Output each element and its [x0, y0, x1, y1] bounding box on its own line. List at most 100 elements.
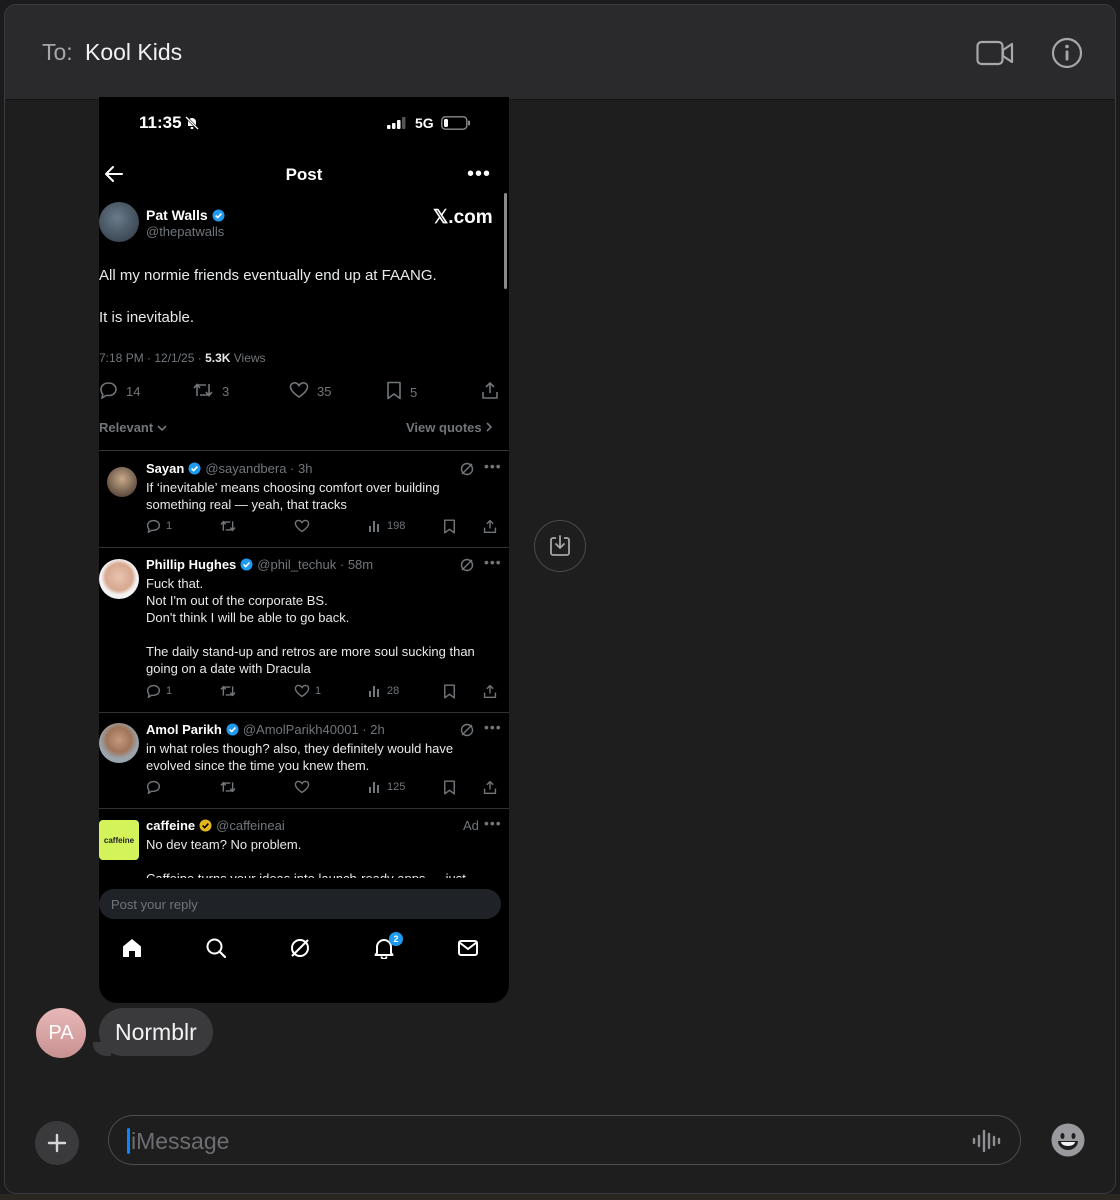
- views-icon: [369, 686, 379, 697]
- scrollbar[interactable]: [504, 193, 507, 289]
- audio-waveform-icon[interactable]: [971, 1127, 1003, 1160]
- plus-icon: [47, 1133, 67, 1153]
- ad-item[interactable]: caffeine @caffeineai Ad ••• No dev team? …: [99, 818, 509, 878]
- search-icon[interactable]: [205, 937, 227, 964]
- reply-actions: 1 198: [146, 519, 506, 535]
- shared-screenshot[interactable]: 11:35 5G Post ••• Pat Walls @thepatwalls…: [99, 97, 509, 1003]
- text-caret: [127, 1128, 130, 1154]
- views-icon: [369, 782, 379, 793]
- heart-icon: [294, 684, 310, 698]
- avatar[interactable]: [99, 723, 139, 763]
- message-placeholder: iMessage: [131, 1128, 230, 1154]
- battery-icon: [441, 116, 471, 135]
- share-icon[interactable]: [483, 519, 497, 534]
- post-meta: 7:18 PM · 12/1/25 · 5.3K Views: [99, 351, 266, 365]
- bookmark-icon[interactable]: [443, 780, 456, 795]
- chevron-down-icon: [157, 425, 167, 432]
- reply-text: in what roles though? also, they definit…: [146, 741, 454, 773]
- signal-icon: [387, 116, 407, 134]
- reply-button[interactable]: 1: [146, 519, 172, 533]
- heart-icon: [294, 519, 310, 533]
- sender-avatar[interactable]: PA: [36, 1008, 86, 1058]
- heart-icon: [294, 780, 310, 794]
- ad-author[interactable]: caffeine @caffeineai: [146, 818, 285, 835]
- post-text: All my normie friends eventually end up …: [99, 267, 437, 326]
- download-icon: [550, 535, 570, 556]
- reply-actions: 1 1 28: [146, 684, 506, 700]
- network-label: 5G: [415, 115, 434, 131]
- heart-icon: [289, 381, 309, 402]
- reply-author[interactable]: Sayan @sayandbera · 3h: [146, 461, 312, 478]
- repost-icon: [220, 781, 236, 793]
- avatar[interactable]: [99, 559, 139, 599]
- views-button[interactable]: 125: [368, 780, 405, 793]
- bottom-tabbar: 2: [99, 929, 509, 969]
- reply-icon: [146, 780, 161, 794]
- more-icon[interactable]: •••: [467, 163, 491, 186]
- reply-icon: [146, 519, 161, 533]
- verified-gold-badge-icon: [199, 819, 212, 835]
- bookmark-icon[interactable]: [443, 684, 456, 699]
- sort-dropdown[interactable]: Relevant: [99, 420, 167, 435]
- reply-author[interactable]: Phillip Hughes @phil_techuk · 58m: [146, 557, 373, 574]
- like-button[interactable]: 1: [294, 684, 321, 698]
- post-handle[interactable]: @thepatwalls: [146, 224, 224, 239]
- repost-button[interactable]: [219, 684, 237, 698]
- status-time: 11:35: [139, 113, 182, 132]
- notification-badge: 2: [389, 932, 403, 946]
- add-attachment-button[interactable]: [35, 1121, 79, 1165]
- bell-muted-icon: [185, 116, 199, 135]
- more-icon[interactable]: •••: [484, 458, 502, 474]
- view-quotes-link[interactable]: View quotes: [406, 420, 493, 435]
- video-icon[interactable]: [975, 35, 1015, 71]
- reply-button[interactable]: [146, 780, 161, 794]
- ad-label: Ad: [463, 818, 479, 833]
- like-button[interactable]: 35: [289, 381, 331, 402]
- views-button[interactable]: 198: [368, 519, 405, 532]
- reply-icon: [146, 684, 161, 698]
- views-button[interactable]: 28: [368, 684, 399, 697]
- save-attachment-button[interactable]: [534, 520, 586, 572]
- bookmark-button[interactable]: 5: [386, 381, 417, 403]
- recipient-name[interactable]: Kool Kids: [85, 39, 182, 66]
- share-icon[interactable]: [483, 684, 497, 699]
- more-icon[interactable]: •••: [484, 818, 502, 831]
- emoji-icon[interactable]: [1050, 1122, 1086, 1163]
- divider: [99, 450, 509, 451]
- reply-input[interactable]: Post your reply: [99, 889, 501, 919]
- like-button[interactable]: [294, 780, 310, 794]
- divider: [99, 712, 509, 713]
- messages-window: To: Kool Kids 11:35 5G Post ••• Pat Wall…: [4, 4, 1116, 1194]
- avatar[interactable]: [107, 467, 137, 497]
- messages-icon[interactable]: [457, 937, 479, 964]
- desktop-edge: [0, 1194, 1120, 1200]
- reply-icon: [99, 381, 118, 402]
- repost-button[interactable]: [219, 780, 237, 794]
- post-author[interactable]: Pat Walls: [146, 207, 225, 225]
- message-bubble[interactable]: Normblr: [99, 1008, 213, 1056]
- grok-icon[interactable]: [289, 937, 311, 964]
- reply-text: If ‘inevitable’ means choosing comfort o…: [146, 480, 440, 512]
- reply-author[interactable]: Amol Parikh @AmolParikh40001 · 2h: [146, 722, 385, 739]
- like-button[interactable]: [294, 519, 310, 533]
- chevron-right-icon: [486, 422, 493, 432]
- home-icon[interactable]: [121, 937, 143, 964]
- repost-button[interactable]: [219, 519, 237, 533]
- x-com-logo: 𝕏.com: [433, 207, 493, 228]
- reply-button[interactable]: 1: [146, 684, 172, 698]
- avatar[interactable]: [99, 202, 139, 242]
- ad-text: No dev team? No problem. Caffeine turns …: [146, 837, 466, 878]
- message-input[interactable]: iMessage: [108, 1115, 1021, 1165]
- reply-button[interactable]: 14: [99, 381, 140, 402]
- more-icon[interactable]: •••: [484, 554, 502, 570]
- more-icon[interactable]: •••: [484, 719, 502, 735]
- repost-button[interactable]: 3: [192, 381, 229, 402]
- repost-icon: [220, 520, 236, 532]
- info-icon[interactable]: [1047, 35, 1087, 71]
- verified-badge-icon: [212, 209, 225, 225]
- verified-badge-icon: [240, 558, 253, 574]
- bookmark-icon: [386, 381, 402, 403]
- share-icon[interactable]: [481, 381, 499, 400]
- share-icon[interactable]: [483, 780, 497, 795]
- bookmark-icon[interactable]: [443, 519, 456, 534]
